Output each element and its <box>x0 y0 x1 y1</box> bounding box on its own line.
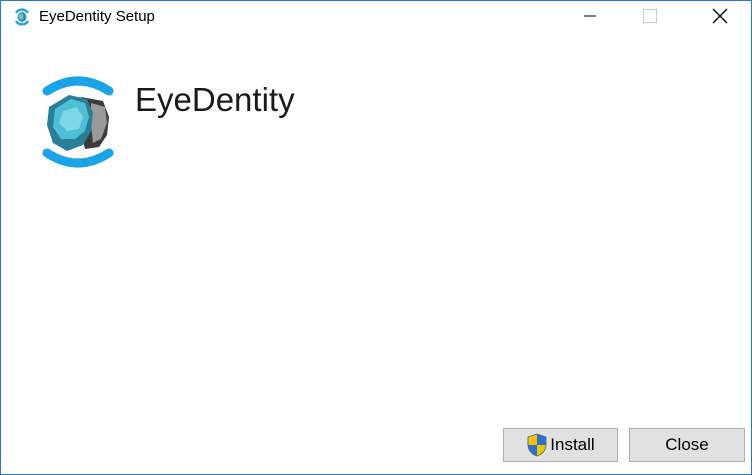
app-icon <box>14 8 30 26</box>
eyedentity-logo-icon <box>42 76 114 168</box>
close-button-label: Close <box>665 435 709 454</box>
install-button-label: Install <box>550 435 595 454</box>
install-button[interactable]: Install <box>503 428 618 462</box>
close-icon <box>712 8 728 24</box>
maximize-icon <box>643 9 657 23</box>
setup-window: EyeDentity Setup EyeDentity Install Clos… <box>0 0 752 475</box>
window-title: EyeDentity Setup <box>39 8 155 25</box>
app-name-heading: EyeDentity <box>135 81 295 118</box>
maximize-button[interactable] <box>627 1 673 31</box>
minimize-icon <box>584 15 596 17</box>
uac-shield-icon <box>527 433 547 457</box>
close-window-button[interactable] <box>697 1 743 31</box>
minimize-button[interactable] <box>567 1 613 31</box>
title-bar[interactable]: EyeDentity Setup <box>1 1 751 31</box>
close-button[interactable]: Close <box>629 428 745 462</box>
